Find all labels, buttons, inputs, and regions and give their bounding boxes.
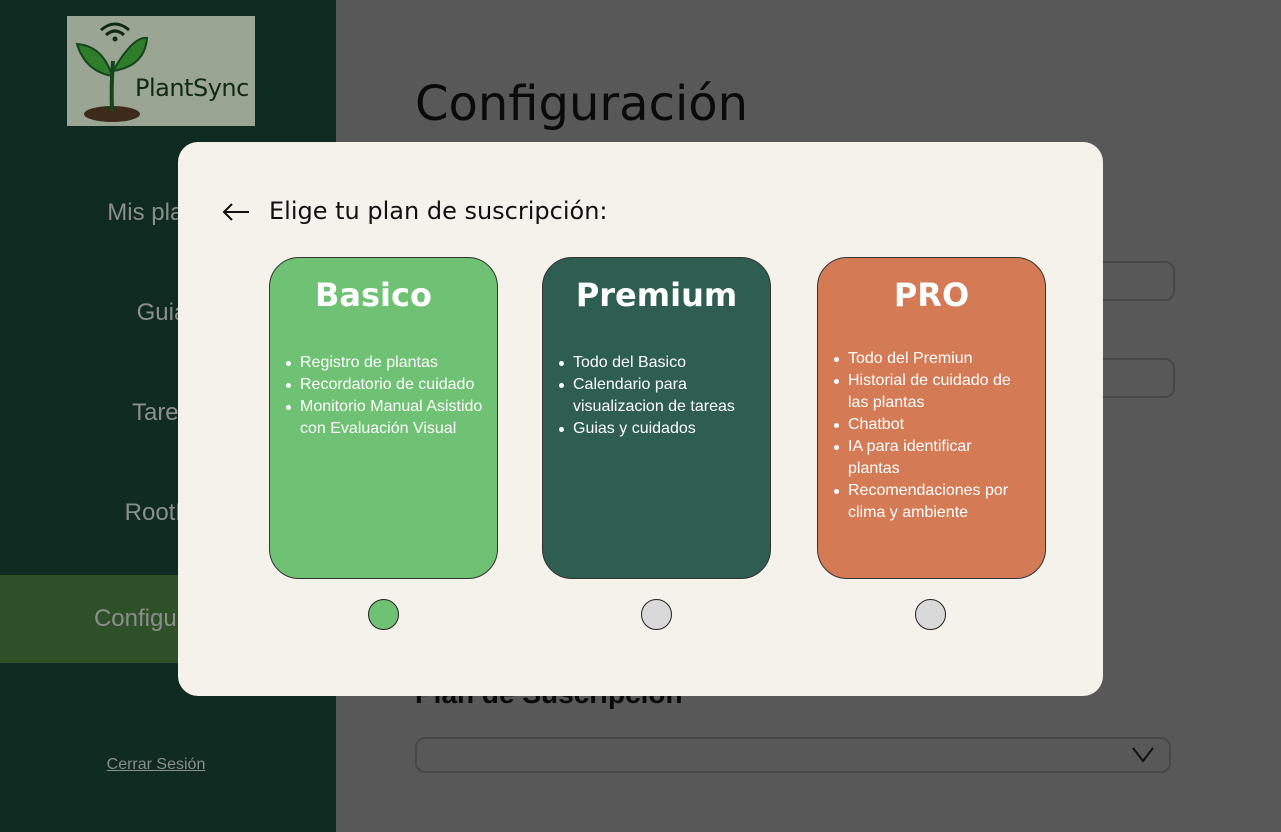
sprout-wifi-icon [75, 22, 149, 122]
plan-select[interactable] [415, 737, 1171, 773]
plan-features: Registro de plantas Recordatorio de cuid… [270, 352, 490, 440]
feature-item: Registro de plantas [286, 352, 490, 374]
feature-item: Todo del Premiun [834, 348, 1023, 370]
feature-item: Historial de cuidado de las plantas [834, 370, 1023, 414]
plan-features: Todo del Basico Calendario para visualiz… [543, 352, 753, 440]
plantsync-logo: PlantSync [67, 16, 255, 126]
back-arrow-icon[interactable] [222, 202, 250, 222]
plan-radio-basico[interactable] [368, 599, 399, 630]
feature-item: Todo del Basico [559, 352, 753, 374]
logout-link[interactable]: Cerrar Sesión [0, 756, 312, 774]
plan-card-basico[interactable]: Basico Registro de plantas Recordatorio … [269, 257, 498, 579]
plan-card-premium[interactable]: Premium Todo del Basico Calendario para … [542, 257, 771, 579]
plan-name: Premium [575, 276, 738, 314]
chevron-down-icon [1132, 747, 1154, 763]
plan-name: Basico [315, 276, 432, 314]
feature-item: Recordatorio de cuidado [286, 374, 490, 396]
feature-item: Chatbot [834, 414, 1023, 436]
feature-item: IA para identificar plantas [834, 436, 1023, 480]
plan-radio-pro[interactable] [915, 599, 946, 630]
feature-item: Guias y cuidados [559, 418, 753, 440]
plan-name: PRO [893, 276, 970, 314]
plan-radio-premium[interactable] [641, 599, 672, 630]
feature-item: Calendario para visualizacion de tareas [559, 374, 753, 418]
feature-item: Monitorio Manual Asistido con Evaluación… [286, 396, 490, 440]
plan-features: Todo del Premiun Historial de cuidado de… [818, 348, 1023, 524]
logo-text: PlantSync [135, 74, 249, 102]
feature-item: Recomendaciones por clima y ambiente [834, 480, 1023, 524]
subscription-modal: Elige tu plan de suscripción: Basico Reg… [178, 142, 1103, 696]
modal-title: Elige tu plan de suscripción: [269, 197, 608, 225]
page-title: Configuración [415, 76, 749, 132]
plan-card-pro[interactable]: PRO Todo del Premiun Historial de cuidad… [817, 257, 1046, 579]
